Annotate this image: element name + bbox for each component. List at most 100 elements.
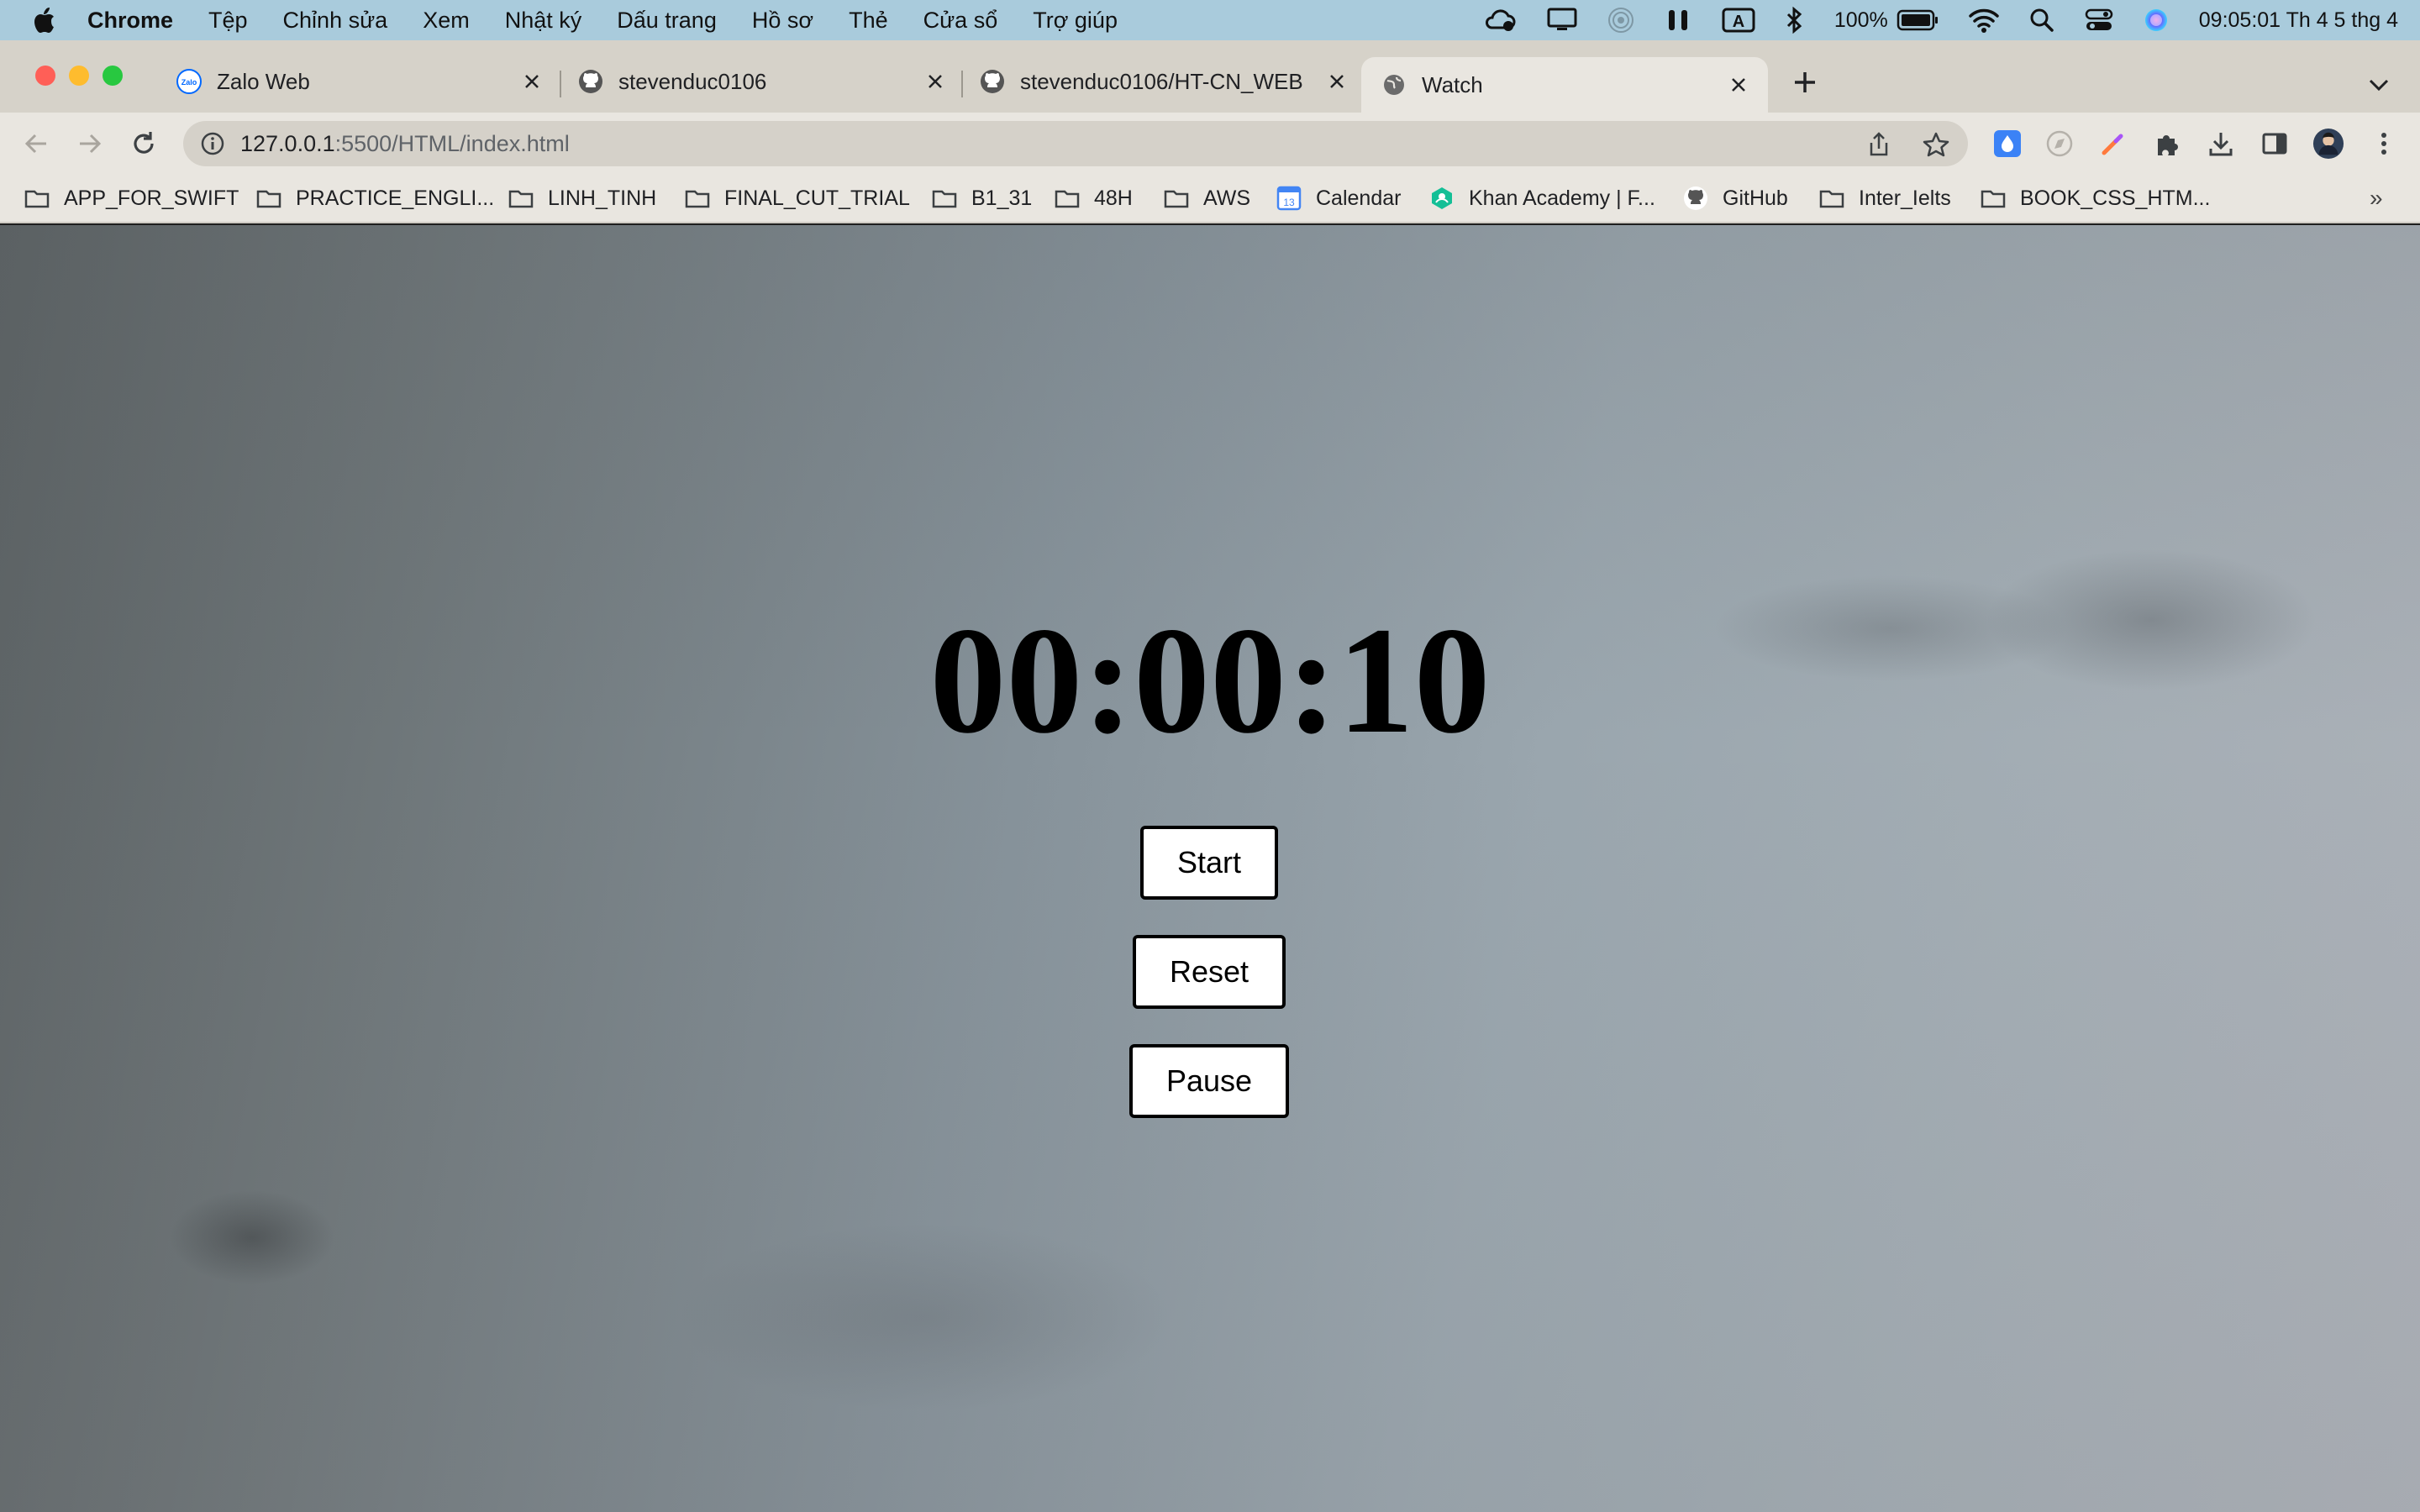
bookmark-item[interactable]: GitHub: [1682, 181, 1788, 215]
menu-profiles[interactable]: Hồ sơ: [752, 8, 813, 34]
profile-avatar[interactable]: [2312, 128, 2344, 160]
folder-icon: [1163, 186, 1190, 210]
input-source-icon[interactable]: A: [1722, 8, 1755, 33]
tab-watch[interactable]: Watch: [1361, 57, 1768, 113]
bookmark-label: Calendar: [1316, 186, 1402, 210]
url-host: 127.0.0.1: [240, 130, 335, 156]
folder-icon: [1980, 186, 2007, 210]
bookmark-label: B1_31: [971, 186, 1033, 210]
zalo-icon: Zalo: [176, 69, 202, 94]
bookmark-label: Inter_Ielts: [1859, 186, 1951, 210]
menu-window[interactable]: Cửa sổ: [923, 8, 998, 34]
tab-search-chevron-down-icon[interactable]: [2366, 72, 2391, 97]
bookmark-label: BOOK_CSS_HTM...: [2020, 186, 2211, 210]
bookmark-item[interactable]: PRACTICE_ENGLI...: [255, 181, 494, 215]
tab-title: Watch: [1422, 71, 1483, 97]
start-button[interactable]: Start: [1140, 826, 1278, 900]
cloud-sync-icon[interactable]: [1483, 8, 1517, 33]
spotlight-search-icon[interactable]: [2029, 8, 2054, 33]
browser-toolbar: 127.0.0.1:5500/HTML/index.html: [0, 113, 2420, 173]
download-icon[interactable]: [2205, 128, 2237, 160]
bookmark-label: AWS: [1203, 186, 1251, 210]
github-icon: [578, 69, 603, 94]
bookmark-item[interactable]: Inter_Ielts: [1818, 181, 1951, 215]
svg-text:13: 13: [1283, 197, 1295, 208]
bookmark-item[interactable]: Khan Academy | F...: [1428, 181, 1655, 215]
forward-arrow-icon[interactable]: [74, 128, 106, 160]
bookmark-label: LINH_TINH: [548, 186, 657, 210]
window-minimize-button[interactable]: [69, 66, 89, 86]
bookmarks-bar: APP_FOR_SWIFT PRACTICE_ENGLI... LINH_TIN…: [0, 173, 2420, 223]
new-tab-plus-icon[interactable]: [1788, 66, 1822, 99]
airpods-icon[interactable]: [1665, 7, 1691, 34]
menu-app-name[interactable]: Chrome: [87, 8, 173, 34]
bookmark-item[interactable]: 48H: [1054, 181, 1133, 215]
github-icon: [1682, 186, 1709, 210]
battery-icon[interactable]: [1897, 9, 1939, 31]
reload-icon[interactable]: [128, 128, 160, 160]
site-info-icon[interactable]: [200, 131, 225, 156]
macos-menu-bar: Chrome Tệp Chỉnh sửa Xem Nhật ký Dấu tra…: [0, 0, 2420, 40]
folder-icon: [508, 186, 534, 210]
bluetooth-icon[interactable]: [1786, 7, 1804, 34]
apple-logo-icon[interactable]: [32, 6, 57, 34]
tab-close-icon[interactable]: [521, 71, 543, 92]
tab-title: stevenduc0106: [618, 68, 767, 94]
bookmark-item[interactable]: BOOK_CSS_HTM...: [1980, 181, 2210, 215]
bookmark-item[interactable]: FINAL_CUT_TRIAL: [684, 181, 910, 215]
bookmark-item[interactable]: APP_FOR_SWIFT: [24, 181, 239, 215]
bookmark-star-icon[interactable]: [1923, 131, 1949, 158]
bookmark-label: 48H: [1094, 186, 1133, 210]
back-arrow-icon[interactable]: [20, 128, 52, 160]
url-text[interactable]: 127.0.0.1:5500/HTML/index.html: [240, 131, 570, 157]
folder-icon: [684, 186, 711, 210]
extension-compass-icon[interactable]: [2044, 128, 2075, 160]
folder-icon: [1054, 186, 1081, 210]
menu-help[interactable]: Trợ giúp: [1033, 8, 1118, 34]
extension-blue-drop-icon[interactable]: [1991, 128, 2023, 160]
tab-github-profile[interactable]: stevenduc0106: [561, 57, 956, 106]
reset-button[interactable]: Reset: [1133, 935, 1286, 1009]
siri-icon[interactable]: [2144, 8, 2169, 33]
more-vertical-icon[interactable]: [2368, 128, 2400, 160]
extensions-puzzle-icon[interactable]: [2151, 128, 2183, 160]
tab-title: Zalo Web: [217, 68, 310, 94]
bookmarks-overflow-chevron-icon[interactable]: »: [2370, 185, 2383, 212]
menu-history[interactable]: Nhật ký: [505, 8, 582, 34]
menu-tab[interactable]: Thẻ: [849, 8, 888, 34]
share-icon[interactable]: [1865, 131, 1892, 158]
control-center-icon[interactable]: [2085, 8, 2113, 33]
bookmark-item[interactable]: AWS: [1163, 181, 1250, 215]
extension-color-picker-icon[interactable]: [2097, 128, 2129, 160]
menu-bookmarks[interactable]: Dấu trang: [617, 8, 717, 34]
folder-icon: [931, 186, 958, 210]
globe-icon: [1381, 72, 1407, 97]
bookmark-label: Khan Academy | F...: [1469, 186, 1655, 210]
address-bar[interactable]: 127.0.0.1:5500/HTML/index.html: [183, 121, 1968, 166]
bookmark-label: PRACTICE_ENGLI...: [296, 186, 495, 210]
bookmark-item[interactable]: B1_31: [931, 181, 1032, 215]
bookmark-item[interactable]: LINH_TINH: [508, 181, 656, 215]
display-icon[interactable]: [1547, 8, 1577, 33]
tab-close-icon[interactable]: [924, 71, 946, 92]
tab-close-icon[interactable]: [1326, 71, 1348, 92]
pause-button[interactable]: Pause: [1129, 1044, 1289, 1118]
stopwatch-display: 00:00:10: [929, 596, 1491, 765]
side-panel-icon[interactable]: [2259, 128, 2291, 160]
stopwatch-page: 00:00:10 Start Reset Pause: [0, 225, 2420, 1512]
wifi-icon[interactable]: [1969, 8, 1999, 33]
menu-view[interactable]: Xem: [423, 8, 470, 34]
airdrop-icon[interactable]: [1607, 7, 1634, 34]
tab-close-icon[interactable]: [1728, 74, 1749, 96]
input-source-label: A: [1733, 13, 1744, 31]
menu-file[interactable]: Tệp: [208, 8, 248, 34]
window-zoom-button[interactable]: [103, 66, 123, 86]
folder-icon: [24, 186, 50, 210]
menu-bar-clock[interactable]: 09:05:01 Th 4 5 thg 4: [2199, 8, 2398, 33]
khan-academy-icon: [1428, 186, 1455, 210]
bookmark-item[interactable]: 13 Calendar: [1276, 181, 1401, 215]
tab-zalo-web[interactable]: Zalo Zalo Web: [160, 57, 553, 106]
menu-edit[interactable]: Chỉnh sửa: [283, 8, 388, 34]
window-close-button[interactable]: [35, 66, 55, 86]
tab-github-repo[interactable]: stevenduc0106/HT-CN_WEB: [963, 57, 1358, 106]
